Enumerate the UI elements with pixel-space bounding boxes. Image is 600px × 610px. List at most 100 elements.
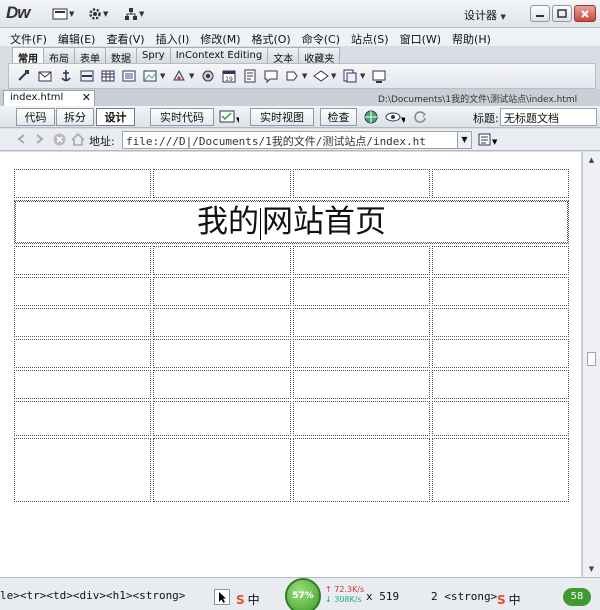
home-icon[interactable]	[71, 133, 85, 146]
site-manager-icon[interactable]: ▼	[124, 6, 144, 22]
table-cell[interactable]	[14, 370, 152, 399]
table-cell[interactable]	[292, 401, 430, 436]
table-cell[interactable]	[431, 370, 569, 399]
script-icon[interactable]	[310, 66, 331, 86]
table-cell[interactable]	[431, 401, 569, 436]
code-view-button[interactable]: 代码	[16, 108, 55, 126]
menu-edit[interactable]: 编辑(E)	[56, 28, 105, 46]
tag-selector[interactable]: le><tr><td><div><h1><strong>	[0, 589, 185, 602]
tab-incontext[interactable]: InContext Editing	[169, 47, 269, 63]
email-link-icon[interactable]	[34, 66, 55, 86]
title-input[interactable]: 无标题文档	[500, 108, 597, 126]
table-cell[interactable]	[292, 308, 430, 337]
named-anchor-icon[interactable]	[55, 66, 76, 86]
image-icon[interactable]	[139, 66, 160, 86]
menu-help[interactable]: 帮助(H)	[450, 28, 500, 46]
image-dropdown-icon[interactable]: ▼	[160, 72, 168, 80]
browse-options-icon[interactable]: ▼	[478, 132, 498, 147]
table-cell[interactable]	[153, 246, 291, 275]
address-input[interactable]: file:///D|/Documents/1我的文件/测试站点/index.ht	[122, 131, 458, 149]
back-icon[interactable]	[16, 133, 28, 145]
tab-spry[interactable]: Spry	[136, 47, 171, 63]
menu-modify[interactable]: 修改(M)	[198, 28, 249, 46]
tab-forms[interactable]: 表单	[74, 47, 106, 65]
vertical-scrollbar[interactable]: ▲ ▼	[582, 152, 600, 577]
table-cell[interactable]	[14, 308, 152, 337]
document-tab[interactable]: index.html ✕	[3, 90, 95, 106]
table-cell[interactable]	[14, 169, 152, 198]
design-view-button[interactable]: 设计	[96, 108, 135, 126]
select-tool-icon[interactable]	[214, 589, 230, 605]
tab-layout[interactable]: 布局	[43, 47, 75, 65]
table-cell[interactable]	[292, 246, 430, 275]
table-cell[interactable]	[292, 277, 430, 306]
input-method-indicator[interactable]: S中	[236, 591, 260, 608]
live-view-button[interactable]: 实时视图	[250, 108, 314, 126]
menu-commands[interactable]: 命令(C)	[300, 28, 349, 46]
live-code-button[interactable]: 实时代码	[150, 108, 214, 126]
inspect-button[interactable]: 检查	[320, 108, 357, 126]
menu-insert[interactable]: 插入(I)	[154, 28, 199, 46]
close-button[interactable]	[574, 5, 596, 22]
tab-text[interactable]: 文本	[267, 47, 300, 65]
window-size[interactable]: x 519	[366, 590, 399, 603]
close-tab-icon[interactable]: ✕	[82, 91, 91, 104]
page-heading[interactable]: 我的网站首页	[15, 201, 568, 243]
table-cell[interactable]	[14, 277, 152, 306]
address-dropdown-icon[interactable]: ▼	[458, 131, 472, 149]
media-dropdown-icon[interactable]: ▼	[189, 72, 197, 80]
workspace-switcher[interactable]: 设计器 ▼	[464, 7, 506, 23]
server-include-icon[interactable]	[239, 66, 260, 86]
tag-chooser-icon[interactable]	[368, 66, 389, 86]
table-cell[interactable]	[14, 339, 152, 368]
table-cell[interactable]	[153, 370, 291, 399]
table-cell[interactable]	[292, 169, 430, 198]
tab-common[interactable]: 常用	[12, 47, 44, 65]
table-cell[interactable]	[153, 308, 291, 337]
menu-view[interactable]: 查看(V)	[104, 28, 153, 46]
head-dropdown-icon[interactable]: ▼	[302, 72, 310, 80]
minimize-button[interactable]	[530, 5, 550, 22]
table-cell[interactable]	[153, 438, 291, 502]
scroll-down-icon[interactable]: ▼	[583, 561, 600, 577]
menu-file[interactable]: 文件(F)	[8, 28, 56, 46]
menu-format[interactable]: 格式(O)	[249, 28, 299, 46]
forward-icon[interactable]	[33, 133, 45, 145]
table-cell[interactable]	[153, 401, 291, 436]
head-icon[interactable]	[281, 66, 302, 86]
script-dropdown-icon[interactable]: ▼	[331, 72, 339, 80]
tab-favorites[interactable]: 收藏夹	[298, 47, 341, 65]
table-cell[interactable]	[14, 246, 152, 275]
table-cell[interactable]	[292, 438, 430, 502]
network-speed-widget[interactable]: 57% ↑ 72.3K/s ↓ 308K/s	[285, 578, 369, 610]
visual-aids-icon[interactable]: ▼	[385, 110, 405, 124]
div-icon[interactable]	[118, 66, 139, 86]
table-cell[interactable]	[431, 246, 569, 275]
templates-icon[interactable]	[339, 66, 360, 86]
refresh-icon[interactable]	[413, 110, 427, 124]
table-icon[interactable]	[97, 66, 118, 86]
heading-cell[interactable]: 我的网站首页	[14, 200, 569, 244]
scroll-up-icon[interactable]: ▲	[583, 152, 600, 168]
table-cell[interactable]	[431, 169, 569, 198]
extend-gear-icon[interactable]: ▼	[88, 6, 108, 22]
menu-window[interactable]: 窗口(W)	[398, 28, 450, 46]
widget-icon[interactable]	[197, 66, 218, 86]
design-view-canvas[interactable]: 我的网站首页	[0, 152, 582, 577]
stop-icon[interactable]	[53, 133, 66, 146]
date-icon[interactable]: 19	[218, 66, 239, 86]
globe-preview-icon[interactable]	[364, 110, 378, 124]
table-cell[interactable]	[153, 339, 291, 368]
split-view-button[interactable]: 拆分	[56, 108, 94, 126]
table-cell[interactable]	[431, 438, 569, 502]
table-cell[interactable]	[431, 339, 569, 368]
table-cell[interactable]	[431, 308, 569, 337]
media-icon[interactable]	[168, 66, 189, 86]
input-method-indicator-2[interactable]: S中	[497, 591, 521, 608]
table-cell[interactable]	[292, 370, 430, 399]
comment-icon[interactable]	[260, 66, 281, 86]
tab-data[interactable]: 数据	[105, 47, 137, 65]
table-cell[interactable]	[14, 401, 152, 436]
layout-menu-icon[interactable]: ▼	[52, 6, 74, 22]
horizontal-rule-icon[interactable]	[76, 66, 97, 86]
